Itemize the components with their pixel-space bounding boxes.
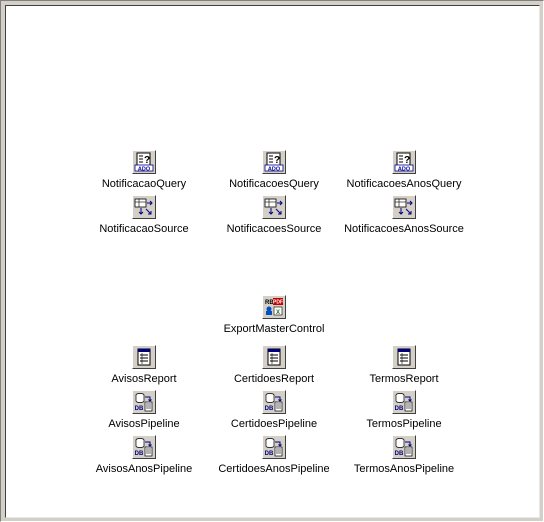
db-pipeline-icon[interactable]: DB [132, 390, 156, 414]
svg-text:PDF: PDF [273, 300, 283, 306]
component-name-label: NotificacoesAnosQuery [346, 178, 462, 190]
component-termos-pipeline[interactable]: DB TermosPipeline [324, 390, 484, 432]
rb-pdf-export-icon[interactable]: RB PDF X [262, 295, 286, 319]
data-source-icon[interactable] [392, 195, 416, 219]
db-pipeline-icon[interactable]: DB [392, 435, 416, 459]
svg-text:DB: DB [135, 406, 144, 412]
svg-text:DB: DB [265, 406, 274, 412]
svg-text:ADO: ADO [138, 166, 151, 172]
component-termos-report[interactable]: TermosReport [324, 345, 484, 387]
svg-text:ADO: ADO [398, 166, 411, 172]
data-source-icon[interactable] [132, 195, 156, 219]
db-pipeline-icon[interactable]: DB [392, 390, 416, 414]
ado-query-icon[interactable]: ? ADO [392, 150, 416, 174]
svg-text:X: X [276, 310, 280, 316]
component-notificacoes-anos-source[interactable]: NotificacoesAnosSource [324, 195, 484, 237]
db-pipeline-icon[interactable]: DB [262, 435, 286, 459]
db-pipeline-icon[interactable]: DB [262, 390, 286, 414]
svg-text:ADO: ADO [268, 166, 281, 172]
data-source-icon[interactable] [262, 195, 286, 219]
ado-query-icon[interactable]: ? ADO [132, 150, 156, 174]
svg-text:DB: DB [265, 451, 274, 457]
form-designer-frame: ? ADO NotificacaoQuery ? ADO Notificacoe… [0, 0, 544, 522]
component-notificacoes-anos-query[interactable]: ? ADO NotificacoesAnosQuery [324, 150, 484, 192]
svg-text:?: ? [274, 155, 280, 166]
component-name-label: ExportMasterControl [223, 323, 325, 335]
svg-text:DB: DB [395, 451, 404, 457]
component-name-label: TermosPipeline [366, 418, 442, 430]
component-name-label: TermosReport [369, 373, 439, 385]
form-designer-canvas[interactable]: ? ADO NotificacaoQuery ? ADO Notificacoe… [5, 5, 540, 518]
component-name-label: NotificacoesAnosSource [344, 223, 464, 235]
db-pipeline-icon[interactable]: DB [132, 435, 156, 459]
svg-text:?: ? [404, 155, 410, 166]
svg-text:?: ? [144, 155, 150, 166]
svg-text:DB: DB [395, 406, 404, 412]
ado-query-icon[interactable]: ? ADO [262, 150, 286, 174]
report-icon[interactable] [262, 345, 286, 369]
component-name-label: TermosAnosPipeline [353, 463, 455, 475]
report-icon[interactable] [392, 345, 416, 369]
component-termos-anos-pipeline[interactable]: DB TermosAnosPipeline [324, 435, 484, 477]
component-export-master-control[interactable]: RB PDF X ExportMasterControl [194, 295, 354, 337]
svg-text:DB: DB [135, 451, 144, 457]
report-icon[interactable] [132, 345, 156, 369]
